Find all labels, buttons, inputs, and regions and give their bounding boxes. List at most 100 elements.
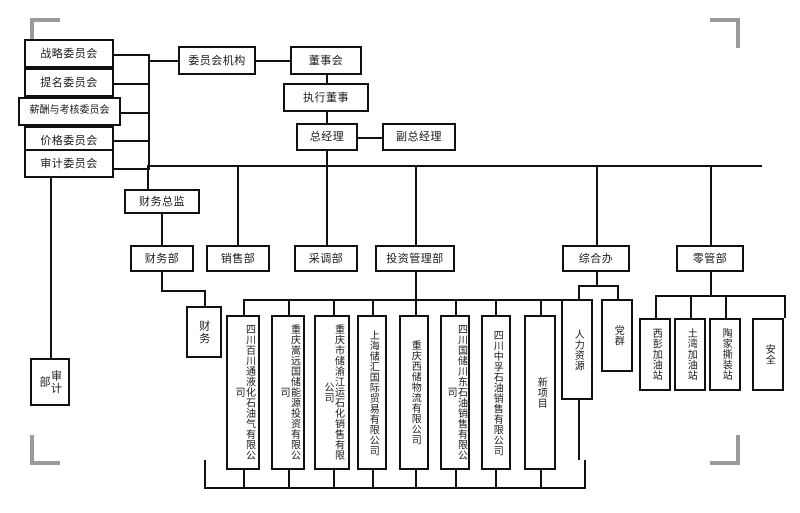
connector-bottom-left-riser [204,460,206,489]
connector-committee-2 [113,83,150,85]
box-subsidiary-2[interactable]: 重庆嵩远国储能源投资有限公司 [271,315,305,470]
connector-gm-deputy [357,137,383,139]
connector-cfo-finance-dept [161,213,163,246]
box-audit-committee[interactable]: 审计委员会 [24,149,114,178]
box-label: 财务 [197,319,211,345]
connector-sub-stub-7 [495,299,497,316]
connector-bottom-riser-5 [415,470,417,489]
box-deputy-general-manager[interactable]: 副总经理 [382,123,456,151]
box-label: 重庆西储物流有限公司 [409,340,421,445]
box-administration-office[interactable]: 综合办 [562,245,630,272]
box-general-manager[interactable]: 总经理 [296,123,358,151]
box-retail-department[interactable]: 零管部 [676,245,744,272]
box-nomination-committee[interactable]: 提名委员会 [24,68,114,97]
connector-department-bus [147,165,762,167]
box-investment-management-department[interactable]: 投资管理部 [375,245,455,272]
connector-sub-stub-8 [540,299,542,316]
box-label: 综合办 [578,251,614,265]
box-label: 土湾加油站 [685,328,697,381]
connector-retail-stub-4 [784,295,786,318]
box-label: 党群 [612,325,624,346]
connector-retail-drop [710,271,712,295]
box-label: 安全 [763,344,775,365]
connector-bus-retail [710,165,712,246]
connector-bottom-riser-2 [288,470,290,489]
box-subsidiary-5[interactable]: 重庆西储物流有限公司 [399,315,429,470]
box-strategy-committee[interactable]: 战略委员会 [24,39,114,68]
box-label: 人力资源 [572,328,584,371]
connector-committee-4 [113,140,150,142]
connector-bus-cfo [147,165,149,189]
box-label: 执行董事 [303,90,349,104]
box-label: 价格委员会 [40,133,98,147]
box-board-of-directors[interactable]: 董事会 [290,46,362,75]
box-label: 委员会机构 [188,53,246,67]
connector-committee-1 [113,54,150,56]
connector-finance-jog-v1 [161,271,163,290]
box-label: 重庆市储渝江运石化销售有限公司 [322,324,344,461]
box-executive-director[interactable]: 执行董事 [283,83,369,112]
box-label: 重庆嵩远国储能源投资有限公司 [278,324,300,461]
box-subsidiary-1[interactable]: 四川百川通液化石油气有限公司 [226,315,260,470]
box-sales-department[interactable]: 销售部 [206,245,270,272]
connector-admin-bus [578,285,618,287]
connector-committee-org-board [255,60,290,62]
connector-retail-stub-3 [725,295,727,318]
box-label: 董事会 [308,53,344,67]
connector-bottom-riser-4 [372,470,374,489]
box-label: 西彭加油站 [650,328,662,381]
box-label: 提名委员会 [40,75,98,89]
connector-sub-stub-4 [372,299,374,316]
connector-bottom-right-riser [584,460,586,489]
org-chart-canvas: 战略委员会 提名委员会 薪酬与考核委员会 价格委员会 审计委员会 委员会机构 董… [0,0,800,513]
connector-sub-stub-1 [243,299,245,316]
box-label: 陶家撕装站 [720,328,732,381]
connector-finance-jog-h [161,290,206,292]
box-subsidiary-8[interactable]: 新项目 [524,315,556,470]
box-label: 新项目 [535,376,547,409]
connector-bottom-riser-6 [455,470,457,489]
connector-bottom-bus [204,487,586,489]
box-subsidiary-6[interactable]: 四川国储川东石油销售有限公司 [440,315,470,470]
box-taojia-skid-station[interactable]: 陶家撕装站 [709,318,741,391]
connector-finance-jog-v2 [204,290,206,307]
box-safety-unit[interactable]: 安全 [752,318,784,391]
box-label: 总经理 [309,130,345,144]
box-finance-unit[interactable]: 财务 [186,306,222,358]
box-label: 销售部 [220,251,256,265]
box-tuwan-gas-station[interactable]: 土湾加油站 [674,318,706,391]
connector-admin-drop [596,271,598,286]
box-label: 四川国储川东石油销售有限公司 [445,324,467,461]
box-subsidiary-7[interactable]: 四川中孚石油销售有限公司 [481,315,511,470]
connector-retail-stub-2 [690,295,692,318]
box-subsidiary-3[interactable]: 重庆市储渝江运石化销售有限公司 [314,315,350,470]
connector-bus-admin [596,165,598,246]
connector-bus-sales [237,165,239,246]
connector-sub-stub-2 [288,299,290,316]
connector-bottom-riser-3 [333,470,335,489]
box-subsidiary-4[interactable]: 上海储汇国际贸易有限公司 [357,315,387,470]
connector-bus-procurement [326,165,328,246]
box-cfo[interactable]: 财务总监 [124,189,200,214]
connector-audit-committee-dept [50,178,52,359]
connector-committee-bus [148,54,150,170]
box-label: 财务总监 [139,194,185,208]
connector-committee-3 [120,112,150,114]
box-party-affairs[interactable]: 党群 [601,299,633,372]
box-finance-department[interactable]: 财务部 [130,245,194,272]
box-label: 薪酬与考核委员会 [29,105,110,117]
connector-gm-to-bus [326,150,328,166]
box-committee-organization[interactable]: 委员会机构 [178,46,256,75]
box-procurement-department[interactable]: 采调部 [294,245,358,272]
box-remuneration-committee[interactable]: 薪酬与考核委员会 [18,97,121,126]
box-xipeng-gas-station[interactable]: 西彭加油站 [639,318,671,391]
connector-bottom-riser-8 [540,470,542,489]
box-label: 采调部 [308,251,344,265]
connector-sub-stub-6 [455,299,457,316]
connector-admin-stub-1 [578,285,580,300]
box-label: 审计委员会 [40,156,98,170]
box-human-resources[interactable]: 人力资源 [561,299,593,400]
connector-bottom-riser-7 [495,470,497,489]
connector-subsidiary-bus [243,299,564,301]
box-audit-department[interactable]: 审计部 [30,358,70,406]
